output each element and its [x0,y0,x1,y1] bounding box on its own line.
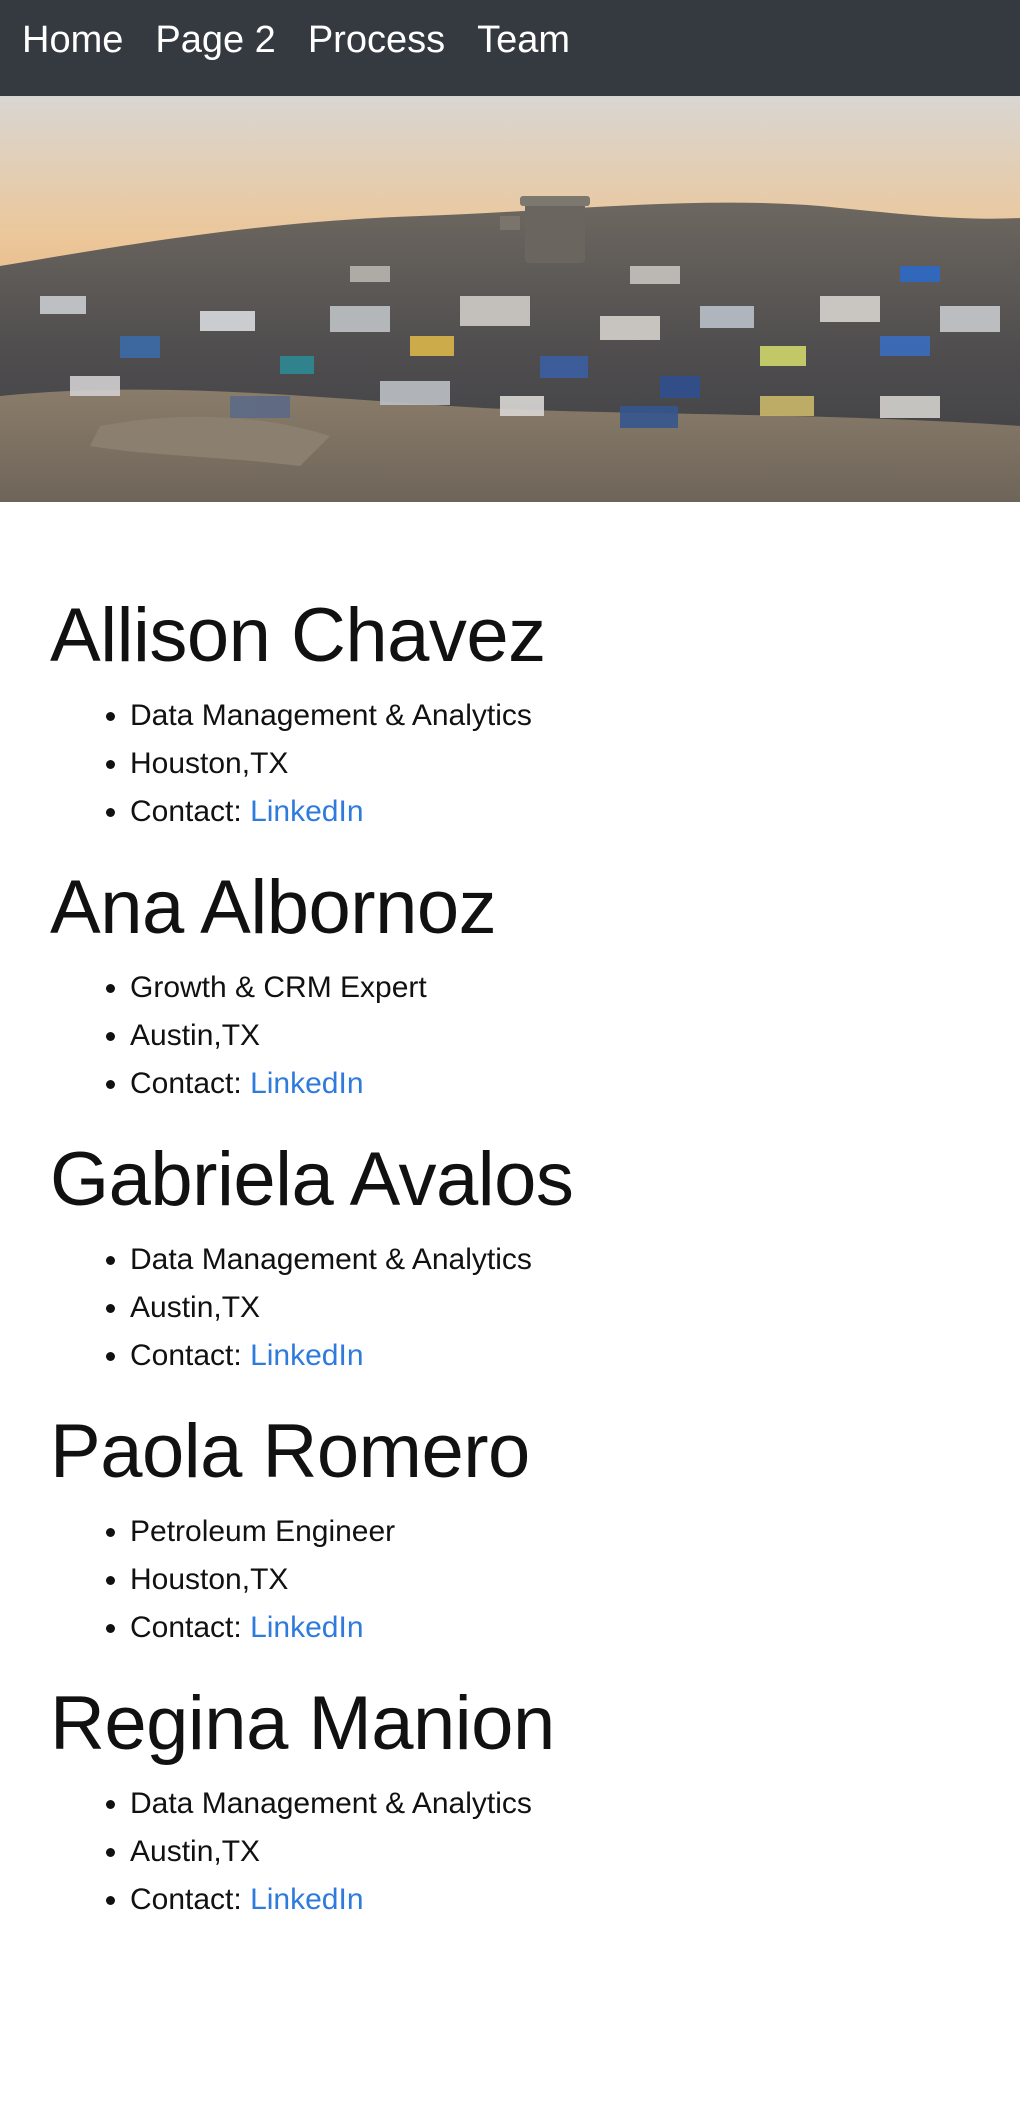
contact-label: Contact: [130,1067,242,1100]
member-details-list: Data Management & Analytics Austin,TX Co… [50,1236,1020,1380]
team-member-card: Gabriela Avalos Data Management & Analyt… [50,1142,1020,1380]
member-name: Regina Manion [50,1681,555,1766]
contact-label: Contact: [130,795,242,828]
team-member-card: Paola Romero Petroleum Engineer Houston,… [50,1414,1020,1652]
member-location: Austin,TX [130,1284,1020,1332]
team-member-card: Regina Manion Data Management & Analytic… [50,1686,1020,1924]
member-details-list: Data Management & Analytics Houston,TX C… [50,692,1020,836]
linkedin-link[interactable]: LinkedIn [250,795,363,828]
member-location: Houston,TX [130,1556,1020,1604]
member-name: Gabriela Avalos [50,1137,574,1222]
member-location: Austin,TX [130,1828,1020,1876]
top-navbar: Home Page 2 Process Team [0,0,1020,96]
member-role: Data Management & Analytics [130,1780,1020,1828]
member-contact: Contact: LinkedIn [130,1332,1020,1380]
member-contact: Contact: LinkedIn [130,1060,1020,1108]
nav-team-link[interactable]: Team [477,21,570,59]
hero-landfill-image [0,96,1020,502]
member-name: Allison Chavez [50,593,546,678]
member-role: Data Management & Analytics [130,692,1020,740]
team-content: Allison Chavez Data Management & Analyti… [0,502,1020,1924]
nav-process-link[interactable]: Process [308,21,445,59]
linkedin-link[interactable]: LinkedIn [250,1883,363,1916]
contact-label: Contact: [130,1611,242,1644]
member-contact: Contact: LinkedIn [130,788,1020,836]
contact-label: Contact: [130,1339,242,1372]
member-location: Austin,TX [130,1012,1020,1060]
linkedin-link[interactable]: LinkedIn [250,1611,363,1644]
member-role: Growth & CRM Expert [130,964,1020,1012]
member-details-list: Data Management & Analytics Austin,TX Co… [50,1780,1020,1924]
team-member-card: Ana Albornoz Growth & CRM Expert Austin,… [50,870,1020,1108]
member-name: Paola Romero [50,1409,530,1494]
team-member-card: Allison Chavez Data Management & Analyti… [50,598,1020,836]
member-contact: Contact: LinkedIn [130,1876,1020,1924]
landfill-photo-icon [0,96,1020,502]
member-location: Houston,TX [130,740,1020,788]
member-details-list: Growth & CRM Expert Austin,TX Contact: L… [50,964,1020,1108]
member-role: Data Management & Analytics [130,1236,1020,1284]
member-details-list: Petroleum Engineer Houston,TX Contact: L… [50,1508,1020,1652]
member-name: Ana Albornoz [50,865,497,950]
contact-label: Contact: [130,1883,242,1916]
linkedin-link[interactable]: LinkedIn [250,1339,363,1372]
nav-home-link[interactable]: Home [22,21,123,59]
member-role: Petroleum Engineer [130,1508,1020,1556]
nav-page2-link[interactable]: Page 2 [155,21,275,59]
member-contact: Contact: LinkedIn [130,1604,1020,1652]
linkedin-link[interactable]: LinkedIn [250,1067,363,1100]
